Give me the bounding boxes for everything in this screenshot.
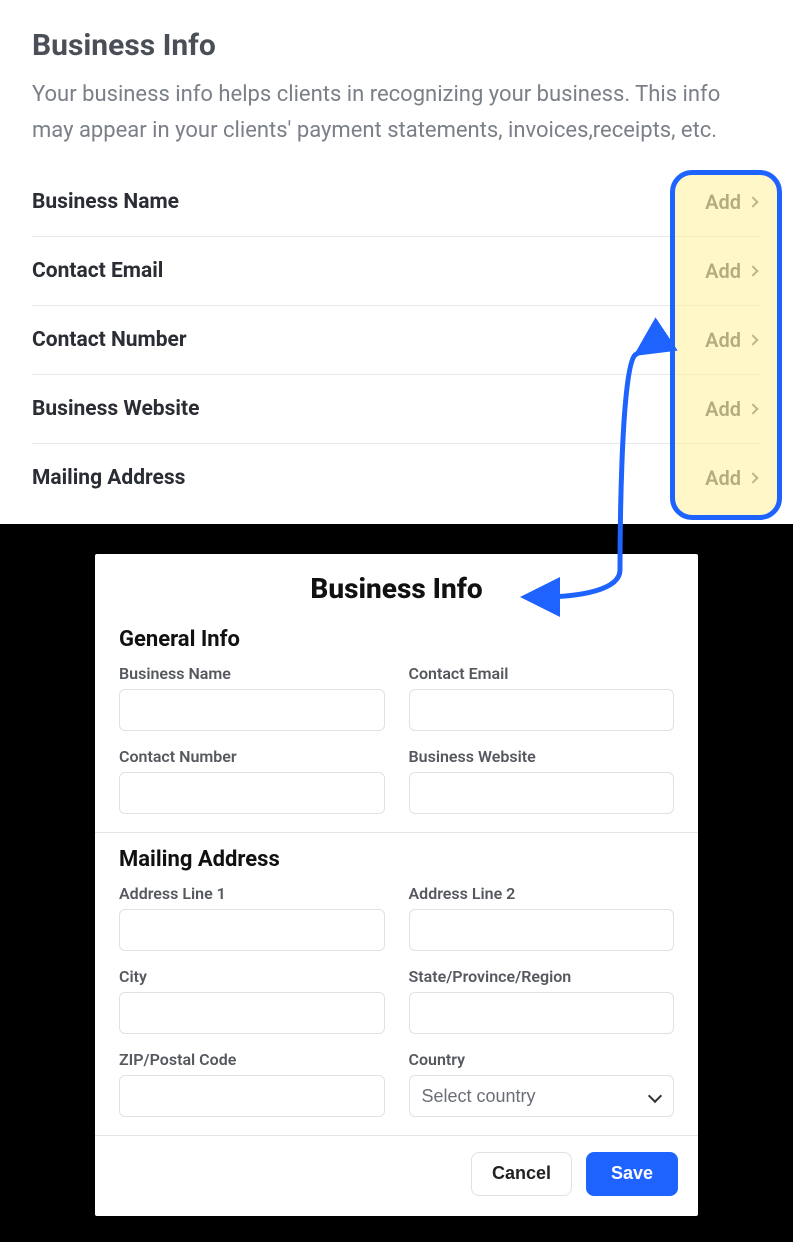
field-label: Contact Number bbox=[119, 747, 385, 766]
add-contact-number-button[interactable]: Add bbox=[705, 328, 761, 352]
add-business-name-button[interactable]: Add bbox=[705, 190, 761, 214]
business-website-input[interactable] bbox=[409, 772, 675, 814]
field-label: Address Line 2 bbox=[409, 884, 675, 903]
field-business-name: Business Name bbox=[119, 664, 385, 731]
chevron-right-icon bbox=[747, 196, 758, 207]
section-title: Mailing Address bbox=[119, 847, 674, 872]
field-address-2: Address Line 2 bbox=[409, 884, 675, 951]
row-business-name: Business Name Add bbox=[32, 168, 761, 237]
panel-description: Your business info helps clients in reco… bbox=[32, 77, 761, 150]
chevron-right-icon bbox=[747, 265, 758, 276]
row-mailing-address: Mailing Address Add bbox=[32, 444, 761, 512]
section-mailing-address: Mailing Address Address Line 1 Address L… bbox=[95, 833, 698, 1136]
section-title: General Info bbox=[119, 627, 674, 652]
business-info-form: Business Info General Info Business Name… bbox=[95, 554, 698, 1216]
add-label: Add bbox=[705, 259, 741, 283]
add-mailing-address-button[interactable]: Add bbox=[705, 466, 761, 490]
country-select[interactable]: Select country bbox=[409, 1075, 675, 1117]
form-footer: Cancel Save bbox=[95, 1136, 698, 1216]
address-line-1-input[interactable] bbox=[119, 909, 385, 951]
cancel-button[interactable]: Cancel bbox=[471, 1152, 572, 1196]
field-zip: ZIP/Postal Code bbox=[119, 1050, 385, 1117]
form-title: Business Info bbox=[95, 554, 698, 613]
field-state: State/Province/Region bbox=[409, 967, 675, 1034]
field-business-website: Business Website bbox=[409, 747, 675, 814]
city-input[interactable] bbox=[119, 992, 385, 1034]
field-address-1: Address Line 1 bbox=[119, 884, 385, 951]
state-input[interactable] bbox=[409, 992, 675, 1034]
field-city: City bbox=[119, 967, 385, 1034]
add-label: Add bbox=[705, 466, 741, 490]
contact-number-input[interactable] bbox=[119, 772, 385, 814]
row-business-website: Business Website Add bbox=[32, 375, 761, 444]
field-contact-email: Contact Email bbox=[409, 664, 675, 731]
save-button[interactable]: Save bbox=[586, 1152, 678, 1196]
row-contact-number: Contact Number Add bbox=[32, 306, 761, 375]
field-label: Contact Email bbox=[409, 664, 675, 683]
add-business-website-button[interactable]: Add bbox=[705, 397, 761, 421]
zip-input[interactable] bbox=[119, 1075, 385, 1117]
row-label: Business Website bbox=[32, 397, 199, 421]
row-label: Contact Number bbox=[32, 328, 187, 352]
row-label: Contact Email bbox=[32, 259, 163, 283]
add-label: Add bbox=[705, 397, 741, 421]
row-contact-email: Contact Email Add bbox=[32, 237, 761, 306]
field-label: Address Line 1 bbox=[119, 884, 385, 903]
panel-title: Business Info bbox=[32, 28, 761, 63]
business-info-summary-panel: Business Info Your business info helps c… bbox=[0, 0, 793, 524]
row-label: Mailing Address bbox=[32, 466, 185, 490]
field-label: ZIP/Postal Code bbox=[119, 1050, 385, 1069]
field-label: Country bbox=[409, 1050, 675, 1069]
info-rows: Business Name Add Contact Email Add Cont… bbox=[32, 168, 761, 512]
address-line-2-input[interactable] bbox=[409, 909, 675, 951]
chevron-right-icon bbox=[747, 403, 758, 414]
chevron-right-icon bbox=[747, 472, 758, 483]
field-country: Country Select country bbox=[409, 1050, 675, 1117]
row-label: Business Name bbox=[32, 190, 179, 214]
add-contact-email-button[interactable]: Add bbox=[705, 259, 761, 283]
field-label: City bbox=[119, 967, 385, 986]
add-label: Add bbox=[705, 328, 741, 352]
field-label: Business Name bbox=[119, 664, 385, 683]
field-contact-number: Contact Number bbox=[119, 747, 385, 814]
form-backdrop: Business Info General Info Business Name… bbox=[0, 524, 793, 1241]
business-name-input[interactable] bbox=[119, 689, 385, 731]
contact-email-input[interactable] bbox=[409, 689, 675, 731]
section-general-info: General Info Business Name Contact Email… bbox=[95, 613, 698, 833]
add-label: Add bbox=[705, 190, 741, 214]
field-label: Business Website bbox=[409, 747, 675, 766]
chevron-right-icon bbox=[747, 334, 758, 345]
field-label: State/Province/Region bbox=[409, 967, 675, 986]
